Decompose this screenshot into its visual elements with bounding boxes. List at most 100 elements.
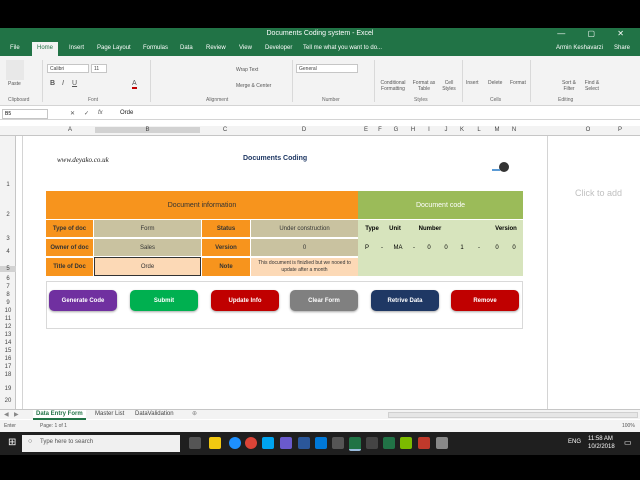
tab-view[interactable]: View [239, 45, 252, 51]
type-of-doc-value[interactable]: Form [94, 220, 201, 238]
row-header[interactable]: 1 [0, 182, 16, 188]
sheet-tab-master-list[interactable]: Master List [95, 411, 124, 417]
row-header[interactable]: 2 [0, 212, 16, 218]
title-of-doc-input[interactable]: Orde [94, 257, 201, 276]
retrieve-data-button[interactable]: Retrive Data [371, 290, 439, 311]
column-header[interactable]: P [614, 127, 626, 133]
column-header[interactable]: K [456, 127, 468, 133]
app-icon[interactable] [366, 437, 378, 449]
row-header[interactable]: 13 [0, 332, 16, 338]
sheet-tab-data-entry[interactable]: Data Entry Form [33, 410, 86, 420]
generate-code-button[interactable]: Generate Code [49, 290, 117, 311]
excel-icon[interactable] [383, 437, 395, 449]
column-header[interactable]: E [360, 127, 372, 133]
insert-cells-button[interactable]: Insert [466, 80, 479, 86]
row-header[interactable]: 7 [0, 284, 16, 290]
merge-center-button[interactable]: Merge & Center [236, 83, 271, 89]
font-name-select[interactable]: Calibri [47, 64, 89, 73]
add-sheet-icon[interactable]: ⊕ [192, 410, 197, 417]
version-value[interactable]: 0 [251, 239, 358, 257]
enter-icon[interactable]: ✓ [84, 110, 89, 117]
row-header[interactable]: 20 [0, 398, 16, 404]
delete-cells-button[interactable]: Delete [488, 80, 502, 86]
word-icon[interactable] [298, 437, 310, 449]
function-icon[interactable]: fx [98, 110, 103, 116]
column-header[interactable]: I [423, 127, 435, 133]
row-header[interactable]: 12 [0, 324, 16, 330]
bold-icon[interactable]: B [50, 80, 55, 87]
column-header[interactable]: M [491, 127, 503, 133]
cancel-icon[interactable]: ✕ [70, 110, 75, 117]
sort-filter-button[interactable]: Sort & Filter [556, 80, 582, 92]
excel-icon[interactable] [349, 437, 361, 451]
row-header[interactable]: 19 [0, 386, 16, 392]
wrap-text-button[interactable]: Wrap Text [236, 67, 258, 73]
tab-developer[interactable]: Developer [265, 45, 292, 51]
conditional-formatting-button[interactable]: Conditional Formatting [378, 80, 408, 92]
update-info-button[interactable]: Update Info [211, 290, 279, 311]
format-as-table-button[interactable]: Format as Table [410, 80, 438, 92]
number-format-select[interactable]: General [296, 64, 358, 73]
row-header[interactable]: 15 [0, 348, 16, 354]
submit-button[interactable]: Submit [130, 290, 198, 311]
column-header[interactable]: F [374, 127, 386, 133]
row-header[interactable]: 18 [0, 372, 16, 378]
worksheet[interactable]: www.deyako.co.uk Documents Coding Docume… [22, 136, 548, 410]
note-value[interactable]: This document is finizlied but we nooed … [251, 258, 358, 276]
tab-data[interactable]: Data [180, 45, 193, 51]
underline-icon[interactable]: U [72, 80, 77, 87]
row-header[interactable]: 3 [0, 236, 16, 242]
italic-icon[interactable]: I [62, 80, 64, 87]
column-header[interactable]: G [390, 127, 402, 133]
sheet-tab-data-validation[interactable]: DataValidation [135, 411, 174, 417]
user-name[interactable]: Armin Keshavarzi [556, 45, 603, 51]
store-icon[interactable] [262, 437, 274, 449]
cell-styles-button[interactable]: Cell Styles [440, 80, 458, 92]
click-to-add-placeholder[interactable]: Click to add [575, 188, 622, 198]
tab-review[interactable]: Review [206, 45, 226, 51]
app-icon[interactable] [315, 437, 327, 449]
column-header[interactable]: B [95, 127, 200, 133]
chrome-icon[interactable] [245, 437, 257, 449]
owner-of-doc-value[interactable]: Sales [94, 239, 201, 257]
clock-date[interactable]: 10/2/2018 [588, 444, 615, 450]
scroll-left-icon[interactable]: ◀ [4, 411, 9, 418]
formula-input[interactable]: Orde [120, 110, 133, 116]
zoom-level[interactable]: 100% [622, 423, 635, 429]
windows-start-icon[interactable]: ⊞ [8, 437, 16, 448]
row-header[interactable]: 8 [0, 292, 16, 298]
row-header[interactable]: 5 [0, 266, 16, 272]
visual-studio-icon[interactable] [280, 437, 292, 449]
edge-icon[interactable] [229, 437, 241, 449]
clear-form-button[interactable]: Clear Form [290, 290, 358, 311]
language-indicator[interactable]: ENG [568, 439, 581, 445]
file-explorer-icon[interactable] [209, 437, 221, 449]
scroll-right-icon[interactable]: ▶ [14, 411, 19, 418]
tab-home[interactable]: Home [32, 42, 59, 56]
column-header[interactable]: O [582, 127, 594, 133]
row-header[interactable]: 16 [0, 356, 16, 362]
row-header[interactable]: 4 [0, 249, 16, 255]
font-size-select[interactable]: 11 [91, 64, 107, 73]
notification-icon[interactable]: ▭ [624, 438, 632, 447]
name-box[interactable]: B5 [2, 109, 48, 119]
find-select-button[interactable]: Find & Select [580, 80, 604, 92]
column-header[interactable]: H [407, 127, 419, 133]
tab-insert[interactable]: Insert [69, 45, 84, 51]
column-header[interactable]: L [473, 127, 485, 133]
tab-page-layout[interactable]: Page Layout [97, 45, 131, 51]
row-header[interactable]: 14 [0, 340, 16, 346]
row-header[interactable]: 17 [0, 364, 16, 370]
share-button[interactable]: Share [614, 45, 630, 51]
font-color-icon[interactable]: A [132, 80, 137, 89]
column-header[interactable]: N [508, 127, 520, 133]
paste-icon[interactable] [6, 60, 24, 80]
row-header[interactable]: 10 [0, 308, 16, 314]
row-header[interactable]: 9 [0, 300, 16, 306]
row-header[interactable]: 6 [0, 276, 16, 282]
column-header[interactable]: J [440, 127, 452, 133]
window-controls[interactable]: — ▢ ✕ [557, 29, 634, 38]
task-view-icon[interactable] [189, 437, 201, 449]
status-value[interactable]: Under construction [251, 220, 358, 238]
row-header[interactable]: 11 [0, 316, 16, 322]
